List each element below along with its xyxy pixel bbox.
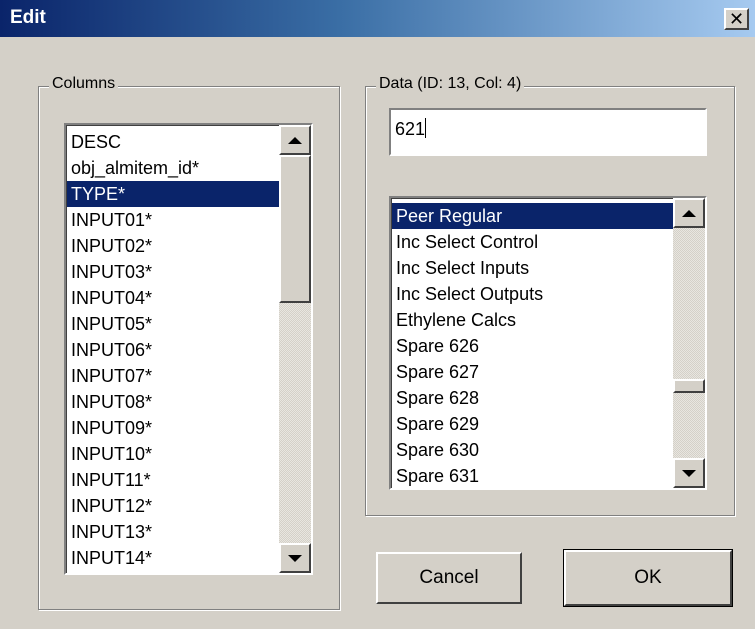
columns-listbox[interactable]: DESC obj_almitem_id* TYPE* INPUT01* INPUT02*… xyxy=(64,123,313,575)
columns-scroll-up-button[interactable] xyxy=(279,125,311,155)
column-list-item[interactable]: INPUT07* xyxy=(67,363,279,389)
data-value-input[interactable]: 621 xyxy=(389,108,707,156)
arrow-up-icon xyxy=(288,136,302,144)
data-list-item[interactable]: Inc Select Inputs xyxy=(392,255,673,281)
arrow-up-icon xyxy=(682,209,696,217)
arrow-down-icon xyxy=(682,469,696,477)
window-title: Edit xyxy=(10,7,46,28)
title-bar[interactable]: Edit ✕ xyxy=(0,0,755,37)
column-list-item[interactable]: TYPE* xyxy=(67,181,279,207)
data-list-item[interactable]: Spare 629 xyxy=(392,411,673,437)
column-list-item[interactable]: INPUT12* xyxy=(67,493,279,519)
edit-dialog: Edit ✕ Columns DESC obj_almitem_id* TYPE* I… xyxy=(0,0,755,629)
columns-scroll-down-button[interactable] xyxy=(279,543,311,573)
column-list-item[interactable]: INPUT10* xyxy=(67,441,279,467)
data-list-item[interactable]: Ethylene Calcs xyxy=(392,307,673,333)
data-list-item[interactable]: Spare 627 xyxy=(392,359,673,385)
column-list-item[interactable]: INPUT09* xyxy=(67,415,279,441)
column-list-item[interactable]: obj_almitem_id* xyxy=(67,155,279,181)
columns-list: DESC obj_almitem_id* TYPE* INPUT01* INPUT02*… xyxy=(66,125,279,573)
data-scroll-down-button[interactable] xyxy=(673,458,705,488)
arrow-down-icon xyxy=(288,554,302,562)
data-listbox[interactable]: Peer Regular Inc Select Control Inc Select… xyxy=(389,196,707,490)
column-list-item[interactable]: INPUT04* xyxy=(67,285,279,311)
columns-scrollbar[interactable] xyxy=(279,125,311,573)
cancel-button-label: Cancel xyxy=(419,567,479,588)
close-icon: ✕ xyxy=(728,8,745,29)
column-list-item[interactable]: INPUT02* xyxy=(67,233,279,259)
data-list: Peer Regular Inc Select Control Inc Select… xyxy=(391,198,673,488)
data-list-item[interactable]: Inc Select Control xyxy=(392,229,673,255)
column-list-item[interactable]: INPUT11* xyxy=(67,467,279,493)
column-list-item[interactable]: DESC xyxy=(67,129,279,155)
data-list-item[interactable]: Spare 628 xyxy=(392,385,673,411)
data-list-item[interactable]: Spare 626 xyxy=(392,333,673,359)
cancel-button[interactable]: Cancel xyxy=(376,552,522,604)
text-caret xyxy=(425,118,427,138)
column-list-item[interactable]: INPUT06* xyxy=(67,337,279,363)
data-scrollbar[interactable] xyxy=(673,198,705,488)
column-list-item[interactable]: INPUT01* xyxy=(67,207,279,233)
data-list-item[interactable]: Spare 631 xyxy=(392,463,673,488)
column-list-item[interactable]: INPUT05* xyxy=(67,311,279,337)
ok-button-label: OK xyxy=(634,567,662,588)
columns-group-label: Columns xyxy=(49,75,119,93)
columns-scroll-thumb[interactable] xyxy=(279,155,311,303)
data-group-label: Data (ID: 13, Col: 4) xyxy=(376,75,525,93)
data-list-item[interactable]: Spare 630 xyxy=(392,437,673,463)
close-button[interactable]: ✕ xyxy=(724,8,749,30)
data-scroll-thumb[interactable] xyxy=(673,379,705,393)
column-list-item[interactable]: INPUT03* xyxy=(67,259,279,285)
column-list-item[interactable]: INPUT08* xyxy=(67,389,279,415)
data-value-text: 621 xyxy=(395,119,426,139)
data-list-item[interactable]: Peer Regular xyxy=(392,203,673,229)
column-list-item[interactable]: INPUT13* xyxy=(67,519,279,545)
ok-button[interactable]: OK xyxy=(563,549,733,607)
data-scroll-up-button[interactable] xyxy=(673,198,705,228)
data-list-item[interactable]: Inc Select Outputs xyxy=(392,281,673,307)
column-list-item[interactable]: INPUT14* xyxy=(67,545,279,571)
